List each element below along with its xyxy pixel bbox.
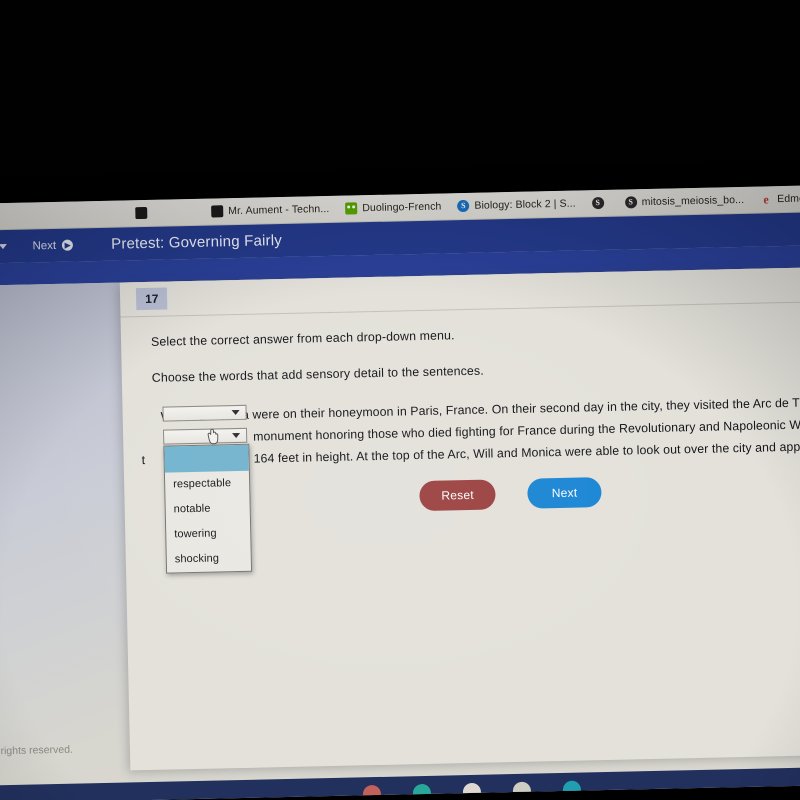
bookmark-item-edmentum[interactable]: e Edmentu [760, 192, 800, 207]
dropdown-option-towering[interactable]: towering [166, 521, 251, 548]
question-card: 17 Select the correct answer from each d… [119, 266, 800, 771]
screen-content: Mr. Aument - Techn... Duolingo-French S … [0, 184, 800, 800]
question-paragraph: Will and Monica were on their honeymoon … [141, 389, 800, 574]
bookmark-label: Edmentu [777, 192, 800, 206]
bookmark-item-biology[interactable]: S Biology: Block 2 | S... [457, 198, 576, 213]
chevron-down-icon [231, 409, 240, 416]
paragraph-fragment: t [141, 453, 146, 468]
taskbar-icon-grey[interactable] [512, 781, 532, 800]
schoology-icon-dark: S [591, 196, 604, 210]
schoology-icon: S [457, 199, 470, 213]
bookmark-label: Mr. Aument - Techn... [228, 202, 330, 218]
next-button[interactable]: Next [527, 477, 602, 509]
dropdown-option-shocking[interactable]: shocking [167, 546, 252, 573]
generic-favicon [135, 206, 148, 220]
taskbar-icon-cyan[interactable] [562, 780, 582, 799]
bookmark-item-aument[interactable]: Mr. Aument - Techn... [211, 203, 329, 218]
instruction-line-2: Choose the words that add sensory detail… [151, 363, 484, 385]
taskbar-icon-teal[interactable] [412, 783, 432, 800]
monitor-photo: Mr. Aument - Techn... Duolingo-French S … [0, 0, 800, 800]
circle-arrow-right-icon: ▶ [62, 239, 74, 251]
chevron-down-icon [232, 432, 241, 439]
dropdown-1[interactable] [162, 404, 247, 422]
edmentum-icon: e [763, 192, 770, 207]
taskbar-icon-white[interactable] [462, 782, 482, 800]
card-divider [120, 300, 800, 318]
instruction-line-1: Select the correct answer from each drop… [150, 328, 455, 349]
bookmark-label: mitosis_meiosis_bo... [641, 193, 745, 209]
duolingo-icon [345, 202, 358, 215]
taskbar-icon-red[interactable] [362, 784, 382, 800]
bookmark-item-schoology[interactable]: S [591, 196, 609, 210]
bookmark-item-duolingo[interactable]: Duolingo-French [345, 200, 442, 215]
page-title: Pretest: Governing Fairly [110, 231, 283, 253]
bookmark-item-0[interactable] [135, 206, 195, 220]
dropdown-option-notable[interactable]: notable [165, 496, 250, 523]
dropdown-option-blank[interactable] [164, 444, 249, 473]
dropdown-option-respectable[interactable]: respectable [165, 471, 250, 498]
nav-next-button[interactable]: Next ▶ [32, 239, 74, 252]
dropdown-2-option-list[interactable]: respectable notable towering shocking [163, 443, 253, 574]
chevron-down-icon [0, 243, 7, 250]
schoology-icon-dark: S [624, 196, 637, 209]
bookmark-item-mitosis[interactable]: S mitosis_meiosis_bo... [624, 193, 745, 209]
dark-favicon [211, 205, 224, 218]
page-background: 17 Select the correct answer from each d… [0, 266, 800, 800]
question-selector[interactable]: 17 [0, 238, 7, 255]
reset-button[interactable]: Reset [419, 479, 497, 512]
action-buttons: Reset Next [419, 477, 602, 512]
bookmark-label: Biology: Block 2 | S... [474, 197, 576, 212]
hand-pointer-cursor [207, 428, 219, 445]
question-number-badge: 17 [135, 287, 168, 311]
copyright-footer: m. All rights reserved. [0, 743, 74, 758]
nav-next-label: Next [32, 239, 57, 252]
bookmark-label: Duolingo-French [362, 200, 442, 215]
